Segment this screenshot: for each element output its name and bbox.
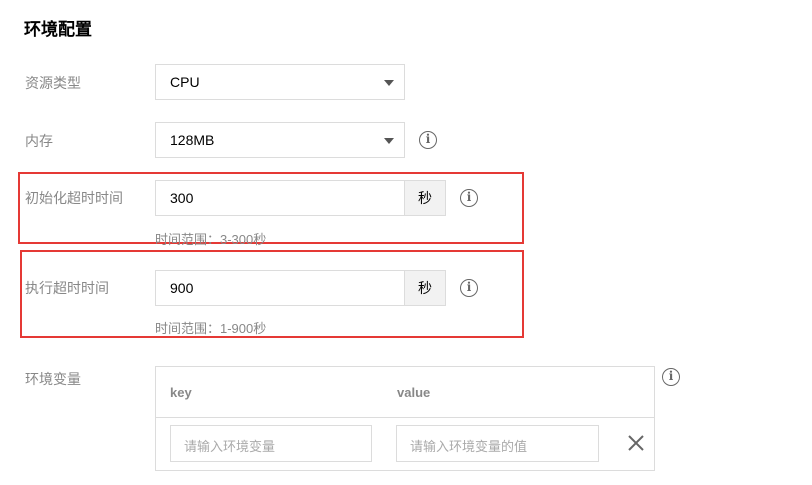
init-timeout-input[interactable]: 300 <box>155 180 405 216</box>
env-var-key-placeholder: 请输入环境变量 <box>184 439 276 454</box>
init-timeout-hint: 时间范围：3-300秒 <box>155 232 267 247</box>
env-vars-label: 环境变量 <box>25 371 81 387</box>
exec-timeout-info-icon[interactable]: i <box>460 279 478 297</box>
exec-timeout-label: 执行超时时间 <box>25 280 109 296</box>
memory-select[interactable]: 128MB <box>155 122 405 158</box>
init-timeout-info-icon[interactable]: i <box>460 189 478 207</box>
resource-type-value: CPU <box>170 74 200 90</box>
env-var-key-input[interactable]: 请输入环境变量 <box>170 425 372 462</box>
resource-type-label: 资源类型 <box>25 75 81 91</box>
exec-timeout-value: 900 <box>170 280 194 296</box>
resource-type-select[interactable]: CPU <box>155 64 405 100</box>
close-icon[interactable] <box>626 433 646 453</box>
memory-info-icon[interactable]: i <box>419 131 437 149</box>
env-vars-info-icon[interactable]: i <box>662 368 680 386</box>
exec-timeout-input[interactable]: 900 <box>155 270 405 306</box>
env-var-value-placeholder: 请输入环境变量的值 <box>410 439 528 454</box>
section-title: 环境配置 <box>24 20 92 39</box>
env-vars-value-header: value <box>397 385 431 400</box>
memory-label: 内存 <box>25 133 53 149</box>
chevron-down-icon <box>384 138 394 144</box>
init-timeout-value: 300 <box>170 190 194 206</box>
env-vars-divider <box>156 417 654 418</box>
env-vars-table: key value 请输入环境变量 请输入环境变量的值 <box>155 366 655 471</box>
memory-value: 128MB <box>170 132 215 148</box>
exec-timeout-hint: 时间范围：1-900秒 <box>155 321 267 336</box>
env-var-value-input[interactable]: 请输入环境变量的值 <box>396 425 599 462</box>
exec-timeout-unit: 秒 <box>405 270 446 306</box>
chevron-down-icon <box>384 80 394 86</box>
init-timeout-unit: 秒 <box>405 180 446 216</box>
env-vars-key-header: key <box>170 385 192 400</box>
init-timeout-label: 初始化超时时间 <box>25 190 123 206</box>
